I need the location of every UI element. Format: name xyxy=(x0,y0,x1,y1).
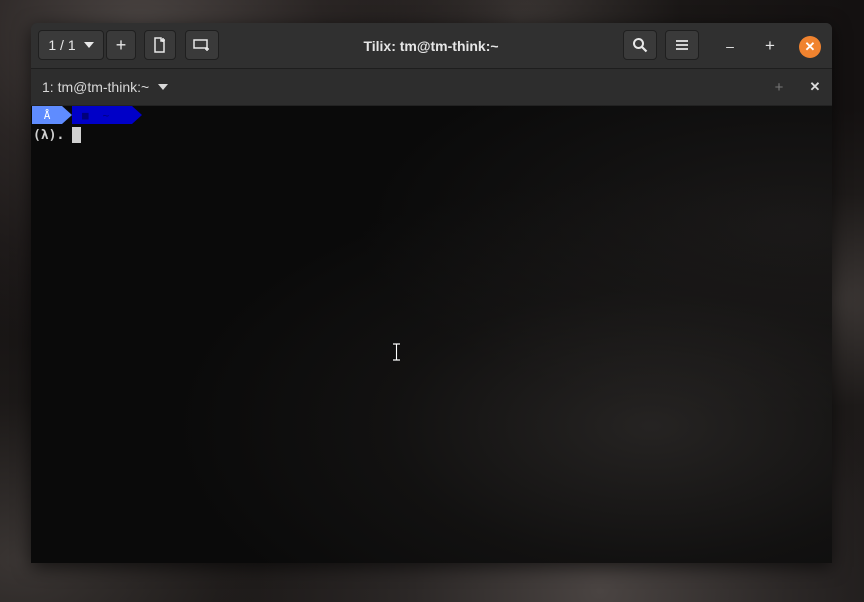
linux-icon: Å xyxy=(43,108,51,122)
powerline-segment-dir: ■ ~ xyxy=(72,106,132,124)
powerline-arrow xyxy=(132,106,142,124)
powerline-arrow xyxy=(62,106,72,124)
text-cursor xyxy=(72,127,82,143)
window-title: Tilix: tm@tm-think:~ xyxy=(363,37,499,54)
minimize-button[interactable]: – xyxy=(719,35,741,57)
add-terminal-button[interactable] xyxy=(185,30,219,60)
session-title-label: 1: tm@tm-think:~ xyxy=(42,79,150,95)
maximize-button[interactable]: + xyxy=(759,35,781,57)
session-tab-bar: 1: tm@tm-think:~ + ✕ xyxy=(31,69,832,106)
prompt-text: (λ). xyxy=(33,127,65,143)
square-icon: ■ xyxy=(82,108,89,122)
header-bar: 1 / 1 + Tilix: tm@tm-think:~ – + ✕ xyxy=(31,23,832,69)
close-icon: ✕ xyxy=(809,79,821,94)
search-icon xyxy=(633,38,648,53)
search-button[interactable] xyxy=(623,30,657,60)
session-switcher-label: 1 / 1 xyxy=(48,37,76,53)
plus-icon: + xyxy=(115,34,127,55)
close-icon: ✕ xyxy=(804,39,816,54)
hamburger-menu-icon xyxy=(676,40,688,50)
maximize-icon: + xyxy=(765,36,775,55)
home-directory: ~ xyxy=(102,108,110,122)
add-terminal-tab-button[interactable]: + xyxy=(771,69,787,105)
add-session-button[interactable]: + xyxy=(106,30,136,60)
terminal-area[interactable]: Å ■ ~ (λ). xyxy=(31,106,832,563)
terminal-window: 1 / 1 + Tilix: tm@tm-think:~ – + ✕ 1: tm… xyxy=(31,23,832,563)
ibeam-cursor-icon xyxy=(393,343,400,361)
plus-icon: + xyxy=(774,78,784,96)
new-tab-document-button[interactable] xyxy=(144,30,176,60)
chevron-down-icon xyxy=(158,84,169,90)
minimize-icon: – xyxy=(726,38,734,54)
chevron-down-icon xyxy=(83,42,94,48)
menu-button[interactable] xyxy=(665,30,699,60)
close-terminal-button[interactable]: ✕ xyxy=(807,69,823,105)
powerline-segment-user: Å xyxy=(32,106,62,124)
terminal-add-icon xyxy=(193,39,209,51)
session-switcher-button[interactable]: 1 / 1 xyxy=(38,30,104,60)
document-add-icon xyxy=(154,37,165,53)
session-title[interactable]: 1: tm@tm-think:~ xyxy=(42,69,169,105)
close-window-button[interactable]: ✕ xyxy=(799,36,821,58)
prompt-line: (λ). xyxy=(33,126,82,144)
